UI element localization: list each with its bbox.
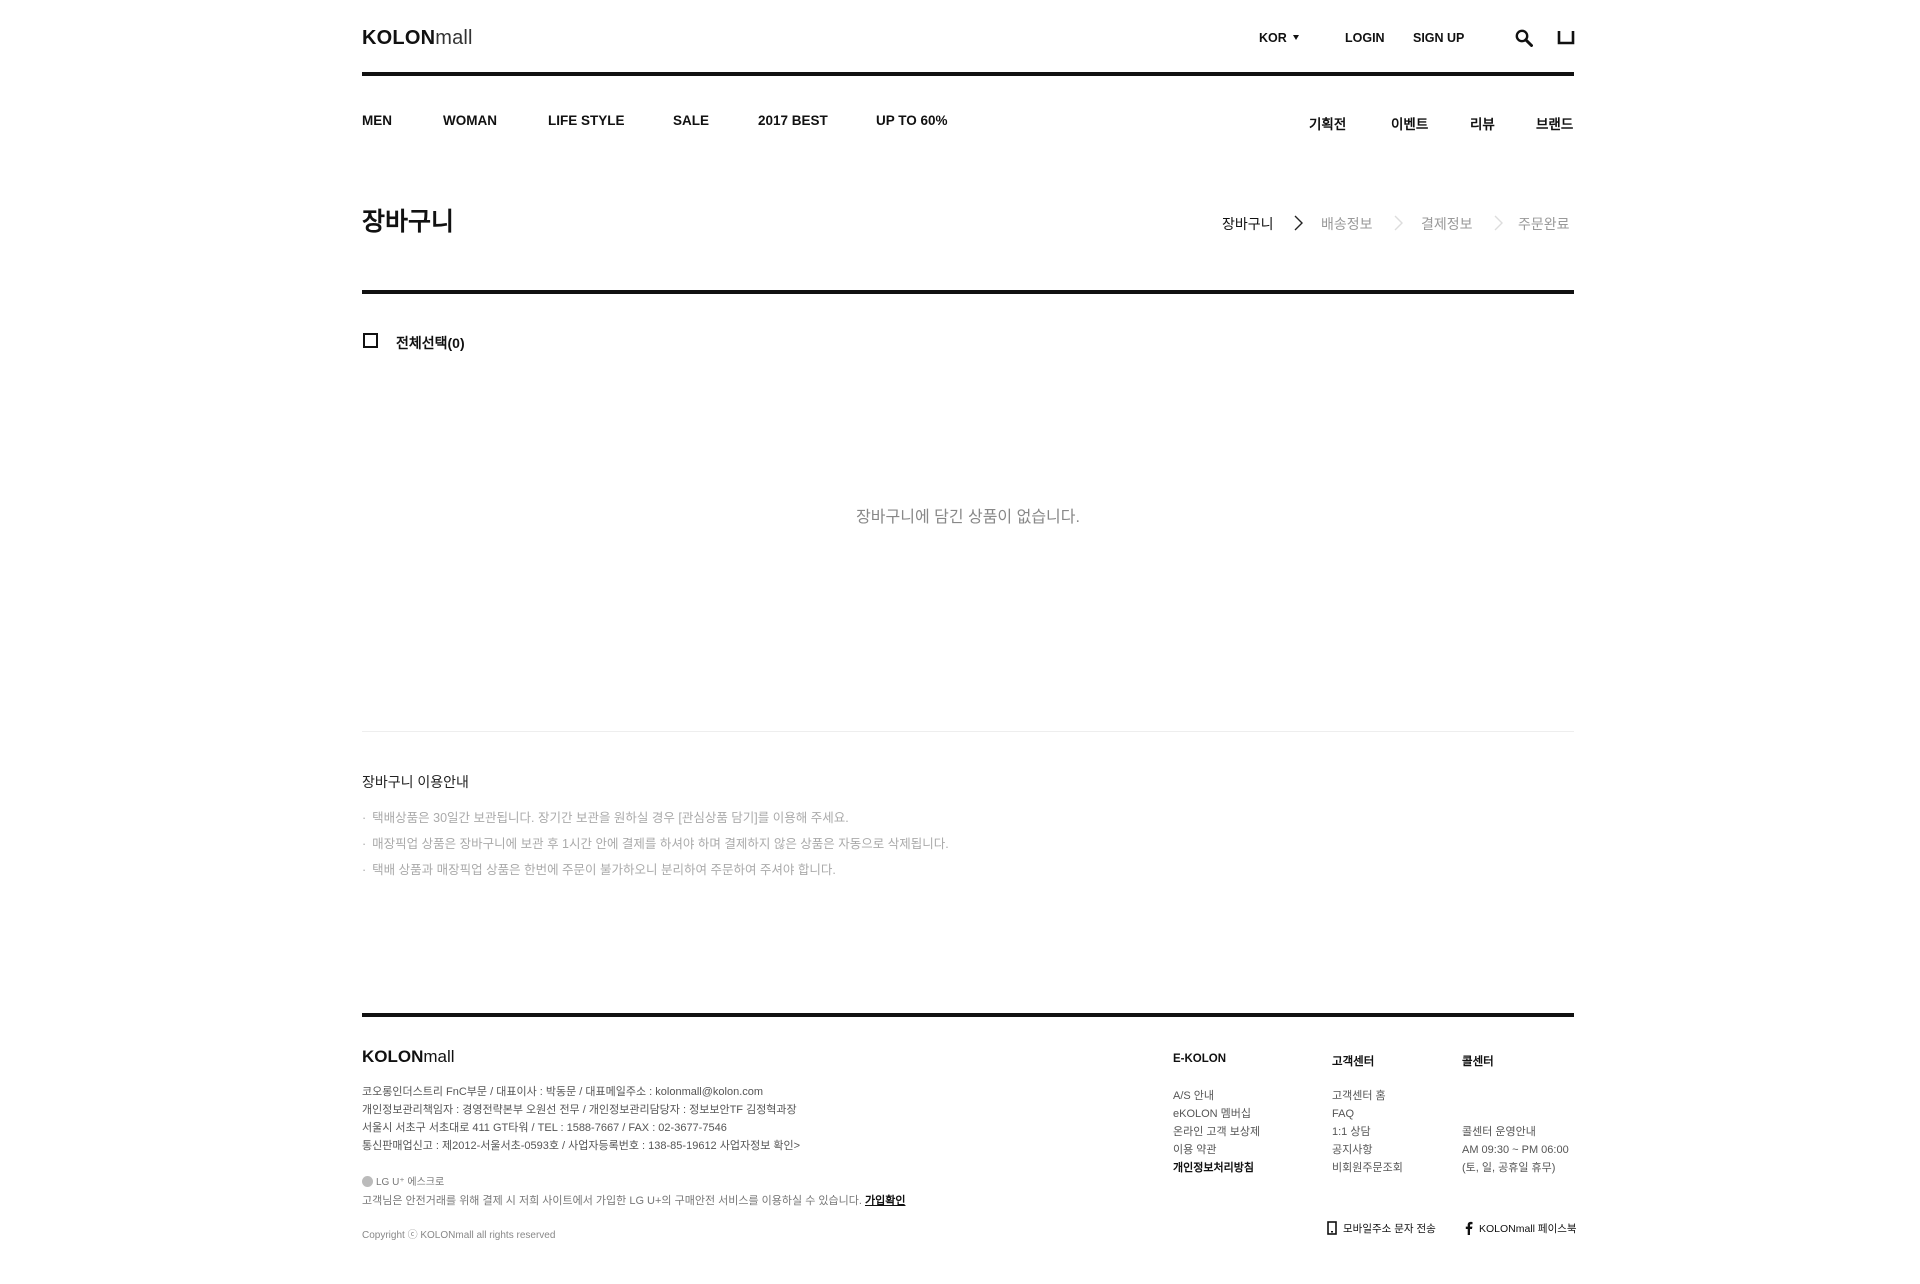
footer-col-ekolon: E-KOLON A/S 안내 eKOLON 멤버십 온라인 고객 보상제 이용 … bbox=[1173, 1053, 1260, 1177]
nav-review[interactable]: 리뷰 bbox=[1470, 113, 1495, 133]
step-payment: 결제정보 bbox=[1421, 216, 1473, 232]
company-info-line: 개인정보관리책임자 : 경영전략본부 오원선 전무 / 개인정보관리담당자 : … bbox=[362, 1104, 797, 1116]
guide-item: 택배상품은 30일간 보관됩니다. 장기간 보관을 원하실 경우 [관심상품 담… bbox=[362, 805, 949, 831]
page-wrapper: KOLONmall KOR LOGIN SIGN UP MEN WOMAN LI… bbox=[362, 0, 1577, 1284]
nav-brand[interactable]: 브랜드 bbox=[1536, 113, 1573, 133]
step-shipping: 배송정보 bbox=[1321, 216, 1373, 232]
facebook-icon bbox=[1465, 1221, 1473, 1235]
cart-divider bbox=[362, 290, 1574, 294]
search-icon[interactable] bbox=[1515, 29, 1533, 47]
footer-link-cs-home[interactable]: 고객센터 홈 bbox=[1332, 1090, 1386, 1102]
nav-sale[interactable]: SALE bbox=[673, 113, 709, 128]
guide-list: 택배상품은 30일간 보관됩니다. 장기간 보관을 원하실 경우 [관심상품 담… bbox=[362, 805, 949, 883]
chevron-right-icon bbox=[1494, 215, 1503, 231]
guide-item: 매장픽업 상품은 장바구니에 보관 후 1시간 안에 결제를 하셔야 하며 결제… bbox=[362, 831, 949, 857]
copyright: Copyright ⓒ KOLONmall all rights reserve… bbox=[362, 1230, 556, 1241]
footer-col-title: 콜센터 bbox=[1462, 1056, 1494, 1068]
signup-link[interactable]: SIGN UP bbox=[1413, 31, 1464, 45]
step-cart: 장바구니 bbox=[1222, 216, 1274, 232]
nav-exhibition[interactable]: 기획전 bbox=[1309, 113, 1346, 133]
caret-down-icon bbox=[1292, 35, 1299, 40]
order-steps: 장바구니 배송정보 결제정보 주문완료 bbox=[1222, 214, 1574, 234]
chevron-right-icon bbox=[1394, 215, 1403, 231]
step-complete: 주문완료 bbox=[1518, 216, 1570, 232]
footer-col-call-center: 콜센터 콜센터 운영안내 AM 09:30 ~ PM 06:00 (토, 일, … bbox=[1462, 1053, 1569, 1177]
nav-men[interactable]: MEN bbox=[362, 113, 392, 128]
nav-up-to-60[interactable]: UP TO 60% bbox=[876, 113, 948, 128]
empty-cart-message: 장바구니에 담긴 상품이 없습니다. bbox=[856, 509, 1080, 526]
guide-title: 장바구니 이용안내 bbox=[362, 774, 469, 790]
escrow-badge: LG U⁺ 에스크로 bbox=[362, 1173, 444, 1188]
footer-link-terms[interactable]: 이용 약관 bbox=[1173, 1144, 1217, 1156]
select-all-checkbox[interactable] bbox=[363, 333, 378, 348]
footer-link-as[interactable]: A/S 안내 bbox=[1173, 1090, 1214, 1102]
kolonmall-logo[interactable]: KOLONmall bbox=[362, 27, 473, 50]
escrow-description: 고객님은 안전거래를 위해 결제 시 저희 사이트에서 가입한 LG U+의 구… bbox=[362, 1195, 906, 1207]
footer-link-membership[interactable]: eKOLON 멤버십 bbox=[1173, 1108, 1251, 1120]
nav-life-style[interactable]: LIFE STYLE bbox=[548, 113, 625, 128]
nav-2017-best[interactable]: 2017 BEST bbox=[758, 113, 828, 128]
facebook-link[interactable]: KOLONmall 페이스북 bbox=[1465, 1221, 1577, 1236]
call-center-holiday: (토, 일, 공휴일 휴무) bbox=[1462, 1162, 1556, 1174]
header-divider bbox=[362, 72, 1574, 76]
section-divider bbox=[362, 731, 1574, 732]
footer-link-faq[interactable]: FAQ bbox=[1332, 1108, 1354, 1120]
shopping-bag-icon[interactable] bbox=[1557, 29, 1575, 45]
lgu-logo-icon bbox=[362, 1176, 373, 1187]
login-link[interactable]: LOGIN bbox=[1345, 31, 1385, 45]
escrow-confirm-link[interactable]: 가입확인 bbox=[865, 1195, 905, 1207]
page-title: 장바구니 bbox=[362, 208, 455, 236]
footer-link-inquiry[interactable]: 1:1 상담 bbox=[1332, 1126, 1371, 1138]
main-navigation: MEN WOMAN LIFE STYLE SALE 2017 BEST UP T… bbox=[362, 113, 1574, 133]
footer-link-privacy[interactable]: 개인정보처리방침 bbox=[1173, 1162, 1254, 1174]
call-center-hours: AM 09:30 ~ PM 06:00 bbox=[1462, 1144, 1569, 1156]
mobile-phone-icon bbox=[1327, 1221, 1337, 1235]
language-selector[interactable]: KOR bbox=[1259, 31, 1299, 45]
footer-divider bbox=[362, 1013, 1574, 1017]
footer-logo: KOLONmall bbox=[362, 1047, 455, 1066]
company-info-line: 서울시 서초구 서초대로 411 GT타워 / TEL : 1588-7667 … bbox=[362, 1122, 727, 1134]
footer-link-compensation[interactable]: 온라인 고객 보상제 bbox=[1173, 1126, 1260, 1138]
guide-item: 택배 상품과 매장픽업 상품은 한번에 주문이 불가하오니 분리하여 주문하여 … bbox=[362, 857, 949, 883]
footer-link-guest-order[interactable]: 비회원주문조회 bbox=[1332, 1162, 1403, 1174]
language-label: KOR bbox=[1259, 31, 1287, 45]
company-info-line: 코오롱인더스트리 FnC부문 / 대표이사 : 박동문 / 대표메일주소 : k… bbox=[362, 1086, 764, 1098]
footer-col-customer-center: 고객센터 고객센터 홈 FAQ 1:1 상담 공지사항 비회원주문조회 bbox=[1332, 1053, 1403, 1177]
footer-col-title: E-KOLON bbox=[1173, 1053, 1227, 1065]
footer-link-notice[interactable]: 공지사항 bbox=[1332, 1144, 1372, 1156]
select-all-label[interactable]: 전체선택(0) bbox=[396, 333, 465, 353]
nav-woman[interactable]: WOMAN bbox=[443, 113, 497, 128]
call-center-hours-title: 콜센터 운영안내 bbox=[1462, 1126, 1536, 1138]
mobile-sms-link[interactable]: 모바일주소 문자 전송 bbox=[1327, 1221, 1436, 1236]
nav-event[interactable]: 이벤트 bbox=[1391, 113, 1428, 133]
company-info-line[interactable]: 통신판매업신고 : 제2012-서울서초-0593호 / 사업자등록번호 : 1… bbox=[362, 1137, 800, 1155]
chevron-right-icon bbox=[1294, 215, 1303, 231]
footer-col-title: 고객센터 bbox=[1332, 1056, 1375, 1068]
company-info: 코오롱인더스트리 FnC부문 / 대표이사 : 박동문 / 대표메일주소 : k… bbox=[362, 1083, 800, 1155]
